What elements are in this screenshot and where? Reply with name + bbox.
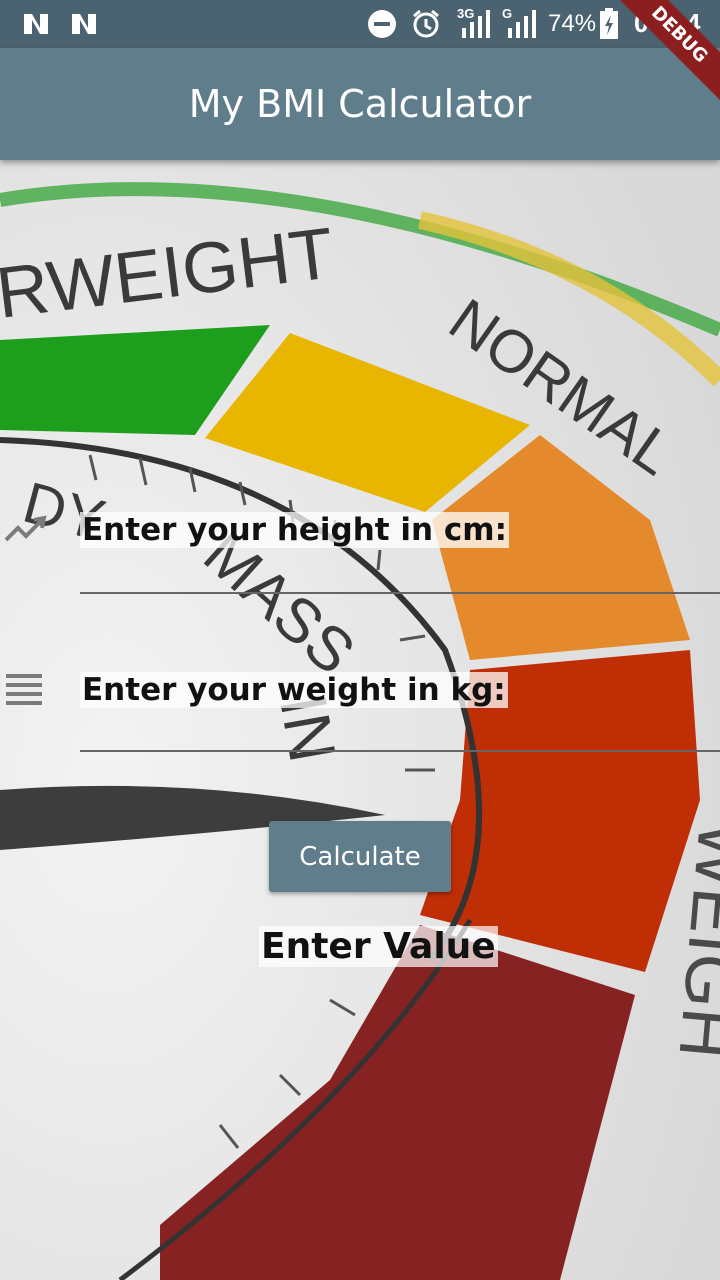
app-bar: My BMI Calculator [0,48,720,160]
signal-icon [462,10,490,38]
alarm-icon [413,9,439,38]
page-title: My BMI Calculator [188,82,532,126]
do-not-disturb-icon [368,10,396,38]
trending-up-icon [4,515,47,542]
status-bar: 3G G 74% 06:04 [0,0,720,48]
calculate-button[interactable]: Calculate [269,821,451,892]
n-notification-icon [72,14,96,34]
result-text: Enter Value [259,926,498,967]
n-notification-icon [24,14,48,34]
height-label: Enter your height in cm: [80,512,509,548]
lines-icon [6,674,42,705]
weight-input[interactable] [80,702,720,752]
height-input[interactable] [80,544,720,594]
battery-percent: 74% [548,10,597,37]
signal-icon [508,10,536,38]
battery-charging-icon [600,8,618,39]
